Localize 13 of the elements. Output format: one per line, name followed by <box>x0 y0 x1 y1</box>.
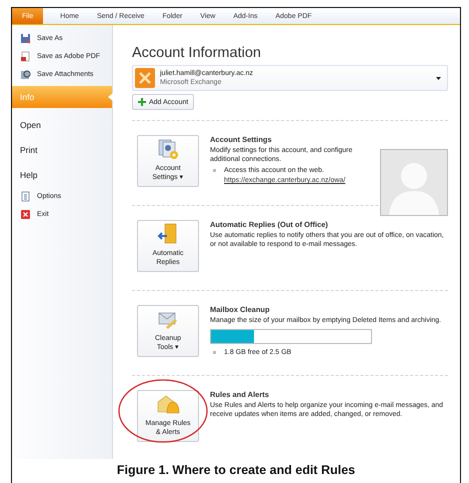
figure-caption: Figure 1. Where to create and edit Rules <box>116 463 356 477</box>
menu-page-item[interactable]: Print <box>12 137 112 162</box>
exit-icon <box>20 208 31 220</box>
menu-page-item[interactable]: Open <box>12 112 112 137</box>
menu-page-item[interactable]: Help <box>12 162 112 187</box>
pdf-document-icon <box>20 50 31 62</box>
page-title: Account Information <box>132 45 262 61</box>
settings-icon <box>156 137 180 161</box>
exchange-icon <box>135 68 155 88</box>
options-icon <box>20 190 31 202</box>
plus-icon <box>138 98 146 106</box>
save-icon <box>20 32 31 44</box>
dropdown-icon <box>436 76 441 80</box>
